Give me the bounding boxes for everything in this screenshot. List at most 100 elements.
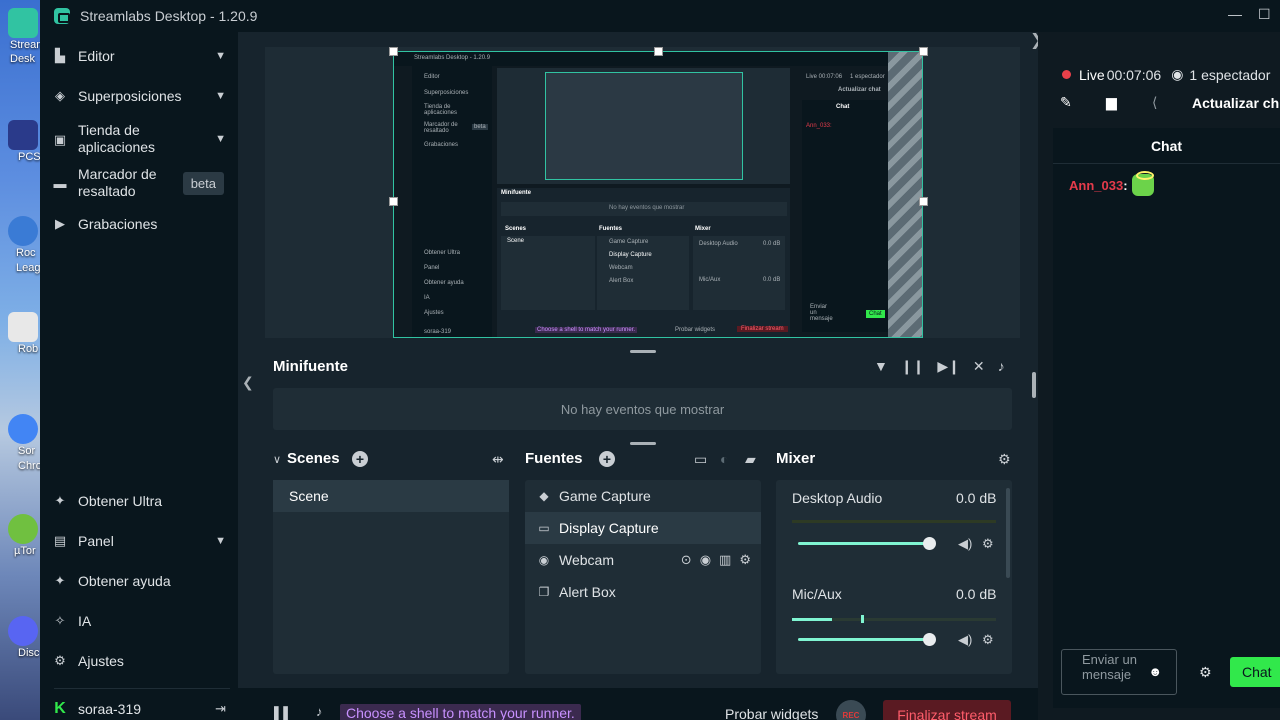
resize-handle-left[interactable] [389,197,398,206]
notification-bell-icon[interactable]: ♪ [316,704,323,719]
display-capture-preview[interactable]: Streamlabs Desktop - 1.20.9 Editor Super… [393,51,923,338]
gear-icon[interactable]: ⚙ [982,536,994,552]
sidebar-item-ai[interactable]: ✧ IA [52,613,230,629]
sidebar-item-editor[interactable]: ▙ Editor ▼ [52,48,230,64]
promo-banner[interactable]: Choose a shell to match your runner. [340,704,581,720]
test-widgets-button[interactable]: Probar widgets [725,706,818,720]
user-account[interactable]: K soraa-319 ⇥ [52,700,230,718]
collapse-scenes-icon[interactable]: ∨ [273,453,281,466]
minifeed-toolbar: ▼ ❙❙ ▶❙ ✕ ♪ [874,358,1005,375]
mixer-scrollbar[interactable] [1006,488,1010,578]
logout-icon[interactable]: ⇥ [215,701,226,717]
mini-scenes-panel [501,236,595,310]
minimize-button[interactable]: — [1228,6,1242,22]
help-icon: ✦ [54,573,66,588]
source-group-icon[interactable]: ▭ [694,451,707,468]
desktop-icon-rocket-league[interactable]: Roc Leag [6,216,40,276]
stream-preview-area[interactable]: Streamlabs Desktop - 1.20.9 Editor Super… [265,47,1020,338]
sidebar-item-label: Panel [78,533,114,549]
source-item-webcam[interactable]: ◉ Webcam ⊙ ◉ ▥ ⚙ [525,544,761,576]
viewer-count: 1 espectador [1189,66,1271,83]
visibility-eye-icon[interactable]: ◉ [700,552,711,568]
gear-icon[interactable]: ⚙ [739,552,751,568]
volume-slider-knob[interactable] [923,537,936,550]
performance-chart-icon[interactable]: ▌▌ [274,706,292,720]
source-item-game-capture[interactable]: ◆ Game Capture [525,480,761,512]
source-item-alert-box[interactable]: ❐ Alert Box [525,576,761,608]
unlock-icon[interactable]: ⊙ [681,552,692,568]
sidebar-item-label: Ajustes [78,653,124,669]
volume-slider-knob[interactable] [923,633,936,646]
sidebar-item-highlighter[interactable]: ▬ Marcador de resaltado beta [52,166,230,200]
mixer-panel: Desktop Audio 0.0 dB ◀) ⚙ Mic/Aux 0.0 dB… [776,480,1012,674]
dock-resize-handle[interactable] [630,442,656,445]
add-scene-icon[interactable]: + [352,451,368,467]
desktop-icon-streamlabs[interactable]: Stream Desk [6,8,40,66]
resize-handle-top[interactable] [654,47,663,56]
skip-icon[interactable]: ▶❙ [937,358,960,375]
recordings-icon: ▶ [55,216,65,231]
share-icon[interactable]: ⟨ [1152,94,1192,111]
audio-peak-marker [861,615,864,623]
end-stream-button[interactable]: Finalizar stream [883,700,1011,720]
sidebar-item-label: Editor [78,48,115,64]
chat-send-button[interactable]: Chat [1230,657,1280,687]
mini-nested-preview [545,72,743,180]
source-item-display-capture[interactable]: ▭ Display Capture [525,512,761,544]
volume-slider-track[interactable] [798,638,930,641]
trash-icon[interactable]: ▥ [719,552,731,568]
chat-username[interactable]: Ann_033 [1069,178,1123,193]
add-source-icon[interactable]: + [599,451,615,467]
volume-slider-track[interactable] [798,542,930,545]
utorrent-icon [8,514,38,544]
sidebar-item-overlays[interactable]: ◈ Superposiciones ▼ [52,88,230,104]
resize-handle-tl[interactable] [389,47,398,56]
mixer-channel-name: Desktop Audio [792,490,883,506]
desktop-icon-chrome[interactable]: Sor Chro [6,414,40,474]
pause-icon[interactable]: ❙❙ [901,358,924,375]
camera-icon[interactable]: ▆ [1106,94,1152,111]
update-chat-button[interactable]: Actualizar ch [1192,95,1279,111]
speaker-icon[interactable]: ◀) [958,536,972,552]
desktop-icon-roblox[interactable]: Rob [6,312,40,357]
add-folder-icon[interactable]: ▰ [745,451,756,468]
mute-alerts-icon[interactable]: ✕ [973,358,985,375]
sidebar-item-help[interactable]: ✦ Obtener ayuda [52,573,230,589]
ultra-icon: ✦ [54,493,66,508]
maximize-button[interactable]: ☐ [1258,6,1271,23]
emoji-icon[interactable]: ☻ [1148,664,1162,679]
mini-source-item: Webcam [609,265,633,271]
mini-beta: beta [472,124,488,130]
mini-nav-item: Obtener ayuda [424,280,464,286]
speaker-icon[interactable]: ◀) [958,632,972,648]
resize-handle-right[interactable] [919,197,928,206]
mixer-settings-gear-icon[interactable]: ⚙ [998,451,1011,468]
sidebar-item-recordings[interactable]: ▶ Grabaciones [52,216,230,232]
scene-transitions-icon[interactable]: ⇹ [492,451,504,468]
resize-handle-tr[interactable] [919,47,928,56]
collapse-sidebar-icon[interactable]: ❮ [242,374,254,391]
highlighter-icon: ▬ [53,175,67,191]
sidebar-item-dashboard[interactable]: ▤ Panel ▼ [52,533,230,549]
minifeed-resize-handle[interactable] [630,350,656,353]
edit-pencil-icon[interactable]: ✎ [1060,94,1106,111]
chat-message: Ann_033 : [1069,171,1154,196]
mini-viewers: 1 espectador [850,74,885,80]
volume-icon[interactable]: ♪ [998,358,1005,375]
sidebar-item-app-store[interactable]: ▣ Tienda de aplicaciones ▼ [52,122,230,156]
scene-item[interactable]: Scene [273,480,509,512]
chat-message-input[interactable]: Enviar un mensaje ☻ [1061,649,1177,695]
filter-icon[interactable]: ▼ [874,358,888,375]
desktop-icon-utorrent[interactable]: µTor [6,514,40,559]
desktop-icon-discord[interactable]: Disc [6,616,40,661]
main-scrollbar[interactable] [1032,372,1036,398]
record-button[interactable]: REC [836,700,866,720]
sidebar-item-settings[interactable]: ⚙ Ajustes [52,653,230,669]
chevron-down-icon: ▼ [215,90,226,102]
chat-settings-gear-icon[interactable]: ⚙ [1199,664,1212,681]
desktop-icon-pcs[interactable]: PCS [6,120,40,165]
source-webcam-toggle-icon[interactable]: ◐ [720,451,728,467]
sidebar-item-ultra[interactable]: ✦ Obtener Ultra [52,493,230,509]
gear-icon[interactable]: ⚙ [982,632,994,648]
mini-chat-input: Enviar un mensaje [810,304,833,322]
